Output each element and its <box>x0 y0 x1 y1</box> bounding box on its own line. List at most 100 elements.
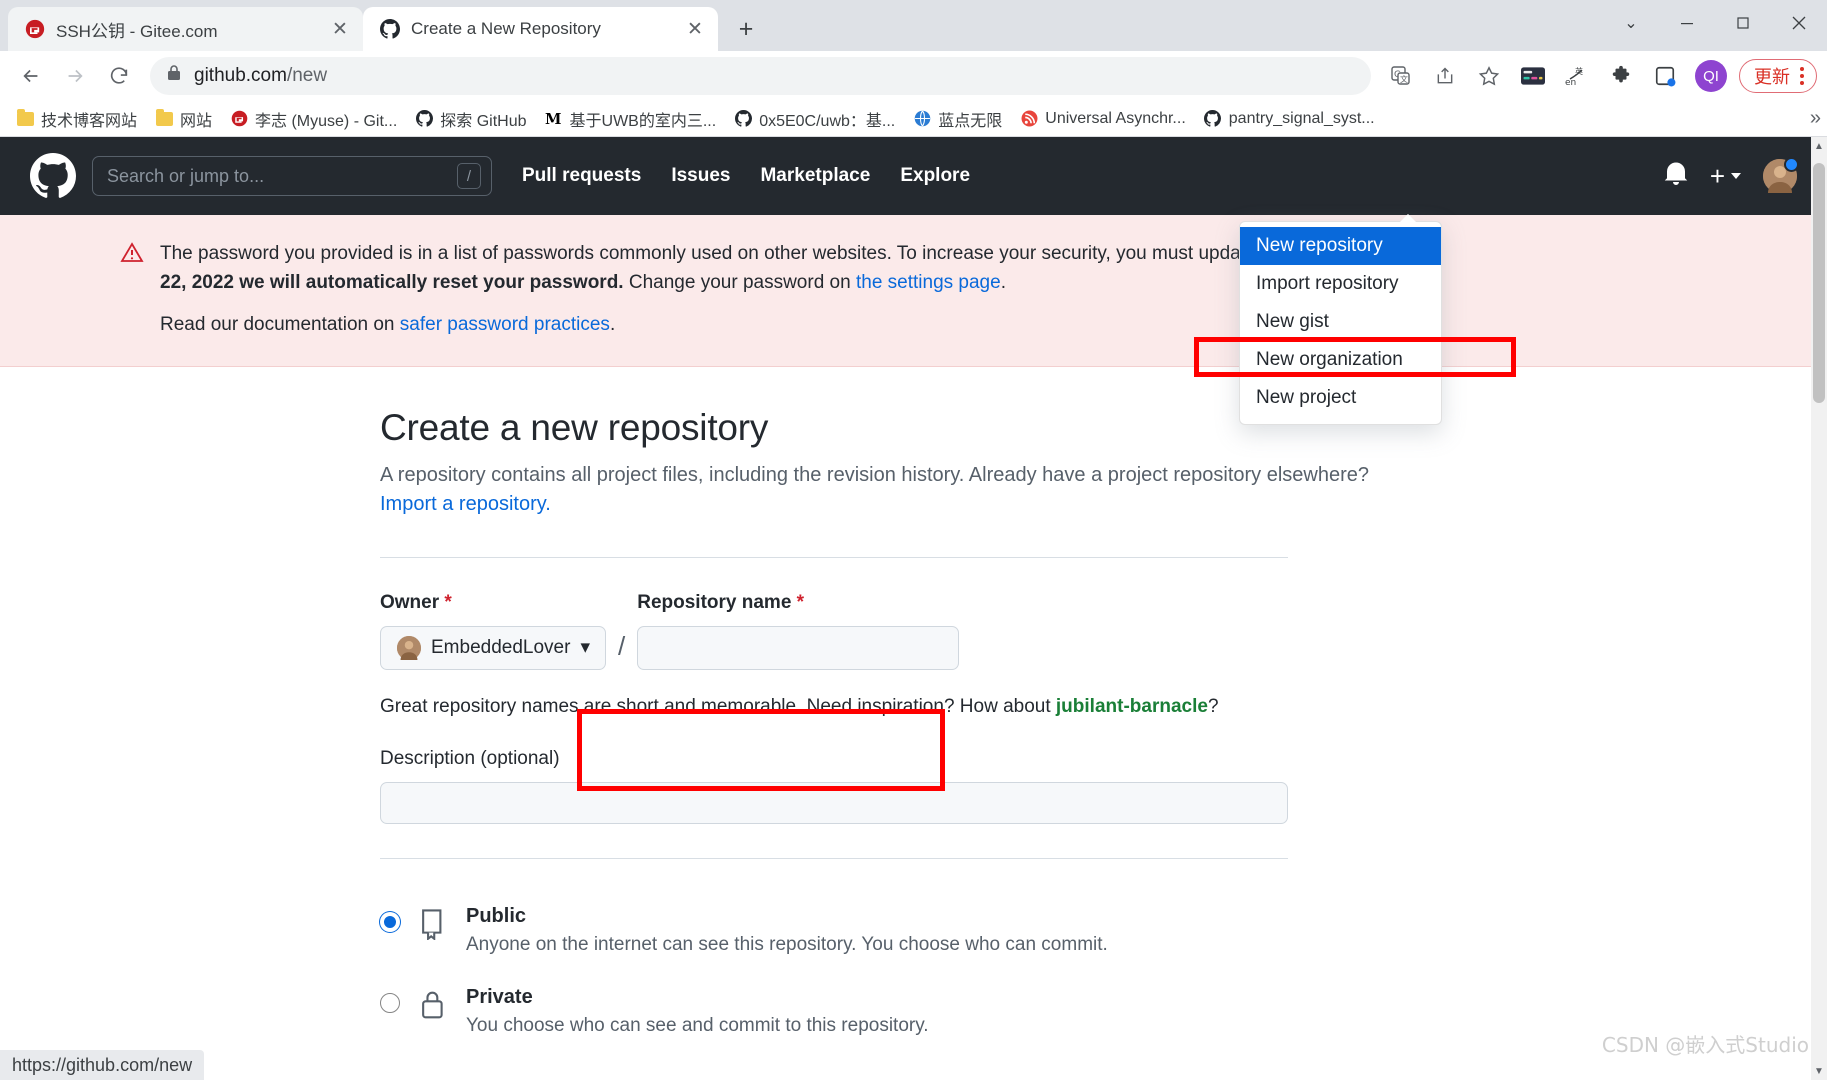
profile-avatar[interactable]: QI <box>1695 60 1727 92</box>
suggested-repository-name[interactable]: jubilant-barnacle <box>1056 696 1208 717</box>
visibility-options: Public Anyone on the internet can see th… <box>380 905 1827 1037</box>
gitee-icon <box>24 18 46 40</box>
close-icon[interactable]: ✕ <box>682 16 708 42</box>
url-host: github.com <box>194 65 287 86</box>
warning-line-2-end: . <box>1000 272 1006 294</box>
url-path: /new <box>286 65 328 86</box>
warning-line-2-rest: Change your password on <box>623 272 856 294</box>
private-radio[interactable] <box>380 992 400 1013</box>
bookmark-label: 0x5E0C/uwb：基... <box>759 112 896 130</box>
safer-password-practices-link[interactable]: safer password practices <box>400 314 610 335</box>
extension-color-icon[interactable] <box>1513 56 1553 96</box>
bookmark-item[interactable]: M 基于UWB的室内三... <box>537 103 725 135</box>
nav-issues[interactable]: Issues <box>671 165 730 187</box>
new-tab-button[interactable]: + <box>728 11 764 47</box>
folder-icon <box>155 108 173 128</box>
svg-text:M: M <box>545 110 561 127</box>
page-description: A repository contains all project files,… <box>380 461 1460 519</box>
scroll-down-icon[interactable]: ▼ <box>1814 1066 1824 1077</box>
page-scrollbar[interactable]: ▲ ▼ <box>1811 137 1827 1080</box>
update-button[interactable]: 更新 <box>1739 59 1817 93</box>
nav-pull-requests[interactable]: Pull requests <box>522 165 641 187</box>
repository-name-label: Repository name * <box>637 592 959 614</box>
bookmark-label: Universal Asynchr... <box>1045 109 1186 127</box>
warning-sub-pre: Read our documentation on <box>160 313 400 335</box>
repository-name-input[interactable] <box>637 625 960 670</box>
menu-item-new-repository[interactable]: New repository <box>1240 227 1441 265</box>
nav-explore[interactable]: Explore <box>900 165 970 187</box>
public-description: Anyone on the internet can see this repo… <box>466 933 1108 955</box>
owner-select[interactable]: EmbeddedLover ▾ <box>380 625 606 670</box>
bookmark-item[interactable]: 0x5E0C/uwb：基... <box>726 103 903 135</box>
public-radio[interactable] <box>380 911 400 932</box>
bookmark-star-icon[interactable] <box>1469 56 1509 96</box>
reload-icon[interactable] <box>98 55 140 97</box>
back-icon[interactable] <box>10 55 52 97</box>
browser-toolbar: github.com/new G文 英en QI <box>0 51 1827 101</box>
chevron-down-icon <box>1731 173 1741 179</box>
required-asterisk: * <box>796 591 805 613</box>
side-panel-icon[interactable] <box>1645 56 1685 96</box>
extensions-puzzle-icon[interactable] <box>1601 56 1641 96</box>
scroll-up-icon[interactable]: ▲ <box>1814 141 1824 152</box>
translate-icon[interactable]: G文 <box>1381 56 1421 96</box>
hint-pre: Great repository names are short and mem… <box>380 695 1056 717</box>
owner-value: EmbeddedLover <box>431 636 571 658</box>
description-input[interactable] <box>380 781 1288 824</box>
repository-name-field-group: Repository name * <box>637 592 960 670</box>
menu-item-new-project[interactable]: New project <box>1240 379 1441 417</box>
settings-page-link[interactable]: the settings page <box>856 272 1001 293</box>
bookmark-item[interactable]: 蓝点无限 <box>905 103 1010 135</box>
translate-en-icon[interactable]: 英 en <box>1557 56 1597 96</box>
scrollbar-thumb[interactable] <box>1813 163 1825 403</box>
address-bar[interactable]: github.com/new <box>150 57 1371 95</box>
bookmark-label: 技术博客网站 <box>41 112 138 130</box>
close-icon[interactable]: ✕ <box>327 16 353 42</box>
nav-marketplace[interactable]: Marketplace <box>760 165 870 187</box>
bookmark-item[interactable]: pantry_signal_syst... <box>1196 106 1383 132</box>
menu-item-new-gist[interactable]: New gist <box>1240 303 1441 341</box>
password-warning-banner: The password you provided is in a list o… <box>0 215 1827 367</box>
tab-search-icon[interactable]: ⌄ <box>1603 0 1659 45</box>
search-input[interactable]: Search or jump to... / <box>92 156 492 196</box>
bookmark-item[interactable]: Universal Asynchr... <box>1012 106 1194 132</box>
bookmark-label: 基于UWB的室内三... <box>569 112 717 130</box>
visibility-option-public[interactable]: Public Anyone on the internet can see th… <box>380 905 1827 956</box>
share-icon[interactable] <box>1425 56 1465 96</box>
bookmark-label: 网站 <box>180 112 213 130</box>
notifications-bell-icon[interactable] <box>1664 161 1688 192</box>
menu-item-new-organization[interactable]: New organization <box>1240 341 1441 379</box>
toolbar-icons: G文 英en QI 更新 <box>1381 56 1817 96</box>
page-content: Search or jump to... / Pull requests Iss… <box>0 137 1827 1080</box>
warning-text: The password you provided is in a list o… <box>160 239 1299 298</box>
medium-icon: M <box>545 110 563 128</box>
owner-label: Owner * <box>380 592 606 614</box>
avatar <box>397 635 421 660</box>
bookmark-item[interactable]: 网站 <box>147 103 220 135</box>
menu-item-import-repository[interactable]: Import repository <box>1240 265 1441 303</box>
bookmark-item[interactable]: 技术博客网站 <box>8 103 145 135</box>
maximize-button[interactable] <box>1715 0 1771 45</box>
bookmarks-overflow-icon[interactable]: » <box>1810 107 1821 130</box>
public-title: Public <box>466 904 527 927</box>
create-repository-form: Create a new repository A repository con… <box>0 367 1827 1037</box>
bookmark-item[interactable]: 探索 GitHub <box>407 103 534 135</box>
kebab-menu-icon[interactable] <box>1796 67 1808 85</box>
owner-and-name-row: Owner * EmbeddedLover ▾ / Repository nam… <box>380 592 1827 670</box>
github-mark-icon[interactable] <box>30 153 76 199</box>
forward-icon[interactable] <box>54 55 96 97</box>
browser-tab-gitee[interactable]: SSH公钥 - Gitee.com ✕ <box>8 7 363 51</box>
close-window-button[interactable] <box>1771 0 1827 45</box>
avatar[interactable] <box>1763 157 1799 193</box>
bookmark-item[interactable]: 李志 (Myuse) - Git... <box>222 103 405 135</box>
bookmark-label: pantry_signal_syst... <box>1228 109 1375 127</box>
private-title: Private <box>466 985 533 1008</box>
import-repository-link[interactable]: Import a repository. <box>380 493 551 515</box>
browser-tab-github[interactable]: Create a New Repository ✕ <box>363 7 718 51</box>
rss-icon <box>1020 110 1038 128</box>
gitee-icon <box>230 110 248 128</box>
create-new-menu-button[interactable]: + <box>1710 161 1741 192</box>
minimize-button[interactable] <box>1659 0 1715 45</box>
watermark: CSDN @嵌入式Studio <box>1601 1033 1809 1057</box>
globe-icon <box>913 110 931 128</box>
